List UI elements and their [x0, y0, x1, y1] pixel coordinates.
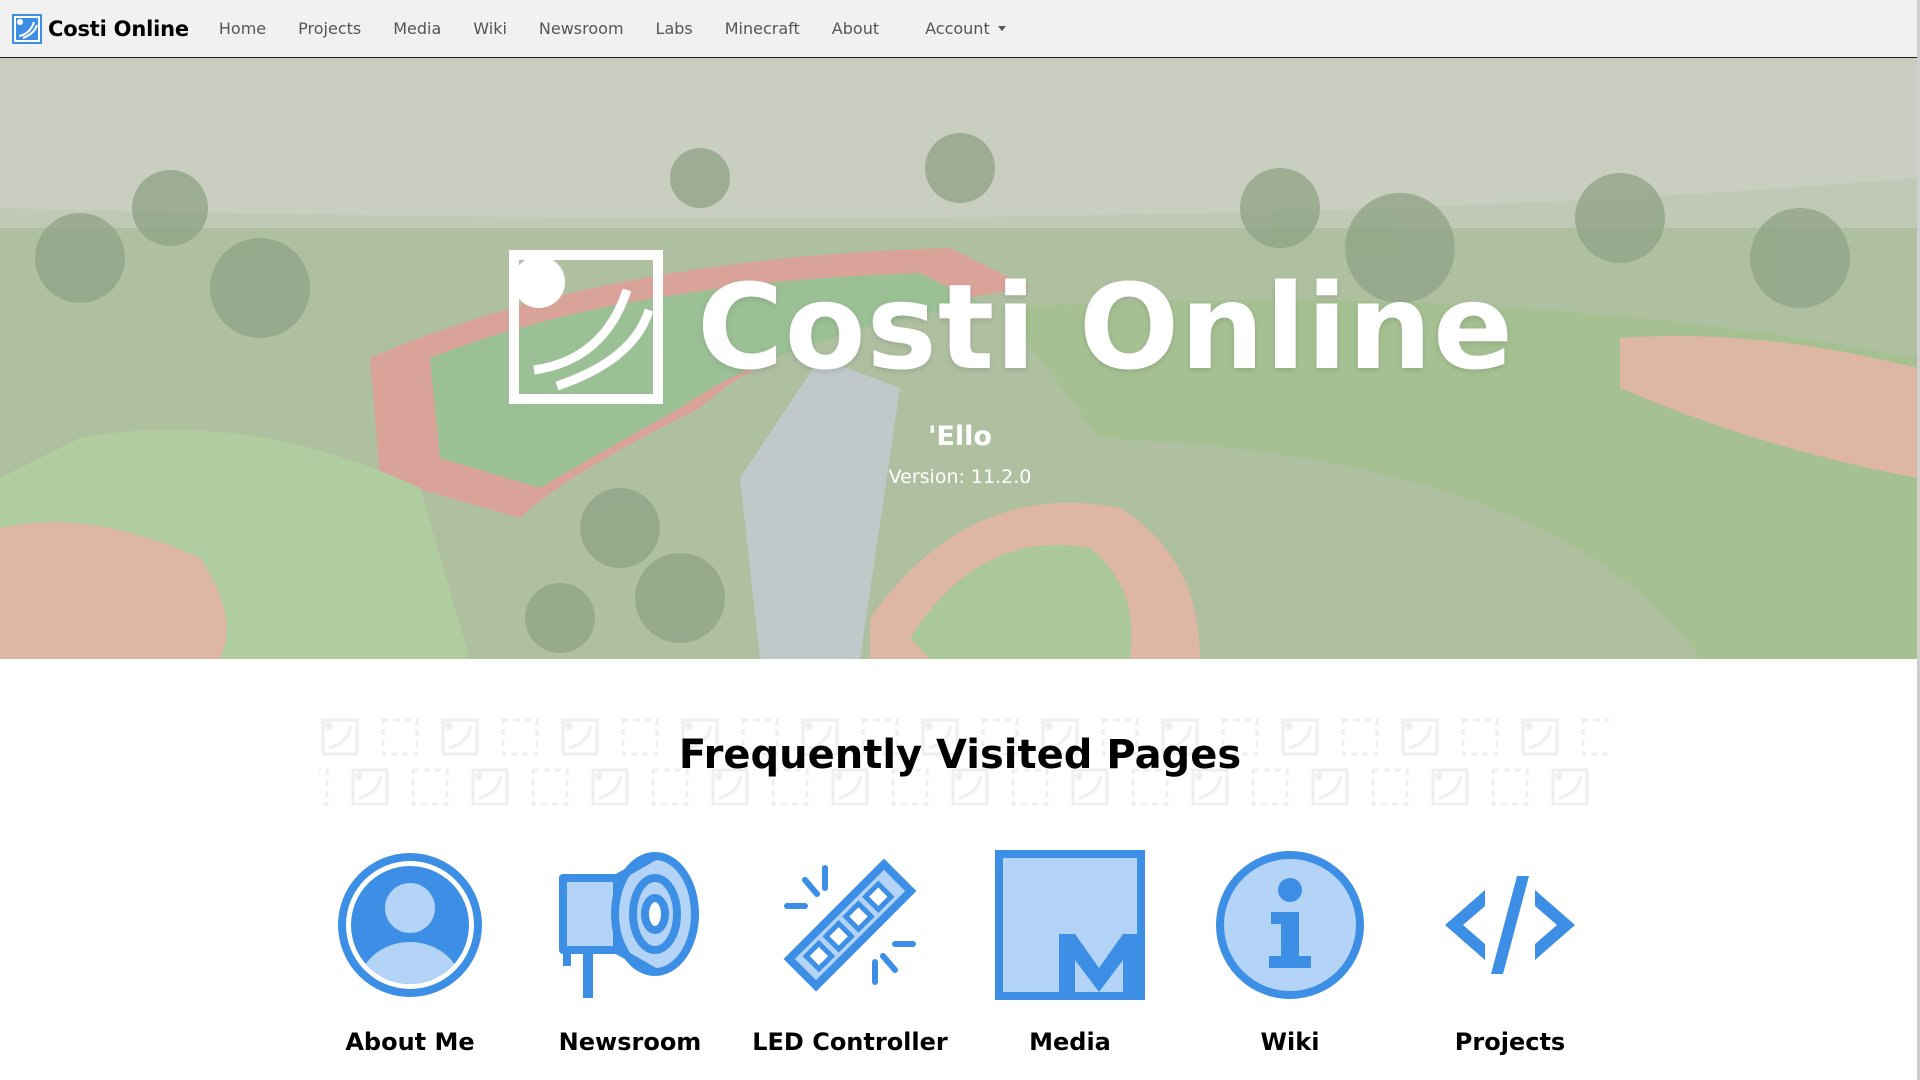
account-dropdown[interactable]: Account [909, 19, 1022, 38]
user-icon [338, 853, 482, 997]
nav-wiki[interactable]: Wiki [457, 19, 523, 38]
card-label-newsroom: Newsroom [558, 1028, 702, 1056]
hero-subtitle: 'Ello [928, 421, 992, 452]
nav-media[interactable]: Media [377, 19, 457, 38]
hero-title-text: Costi Online [697, 258, 1515, 396]
brand-name: Costi Online [48, 16, 189, 41]
card-newsroom[interactable]: Newsroom [520, 850, 740, 1056]
costi-logo-large-icon [509, 250, 663, 404]
card-label-wiki: Wiki [1260, 1028, 1320, 1056]
account-label: Account [925, 19, 990, 38]
info-icon [1216, 851, 1364, 999]
costi-logo-icon [12, 13, 42, 44]
hero-title: Costi Online [509, 250, 1514, 404]
version-text: Version: 11.2.0 [888, 466, 1032, 488]
code-icon [1445, 876, 1575, 974]
megaphone-icon [559, 852, 699, 998]
media-icon [995, 850, 1145, 1000]
nav-links: Home Projects Media Wiki Newsroom Labs M… [203, 19, 1022, 38]
card-label-about-me: About Me [345, 1028, 475, 1056]
card-label-projects: Projects [1454, 1028, 1566, 1056]
nav-labs[interactable]: Labs [640, 19, 709, 38]
card-about-me[interactable]: About Me [300, 850, 520, 1056]
card-led-controller[interactable]: LED Controller [740, 850, 960, 1056]
nav-projects[interactable]: Projects [282, 19, 377, 38]
led-strip-icon [783, 858, 917, 992]
card-label-media: Media [1029, 1028, 1111, 1056]
card-label-led-controller: LED Controller [752, 1028, 948, 1056]
nav-minecraft[interactable]: Minecraft [709, 19, 816, 38]
card-media[interactable]: Media [960, 850, 1180, 1056]
navbar: Costi Online Home Projects Media Wiki Ne… [0, 0, 1920, 58]
brand-link[interactable]: Costi Online [12, 13, 189, 44]
nav-newsroom[interactable]: Newsroom [523, 19, 640, 38]
nav-about[interactable]: About [816, 19, 895, 38]
frequently-visited-cards: About Me Newsroom LED Controller Media W… [0, 850, 1920, 1080]
nav-home[interactable]: Home [203, 19, 282, 38]
card-wiki[interactable]: Wiki [1180, 850, 1400, 1056]
card-projects[interactable]: Projects [1400, 850, 1620, 1056]
caret-down-icon [997, 26, 1006, 31]
hero-banner: Costi Online 'Ello Version: 11.2.0 [0, 58, 1917, 659]
section-title: Frequently Visited Pages [678, 732, 1242, 778]
